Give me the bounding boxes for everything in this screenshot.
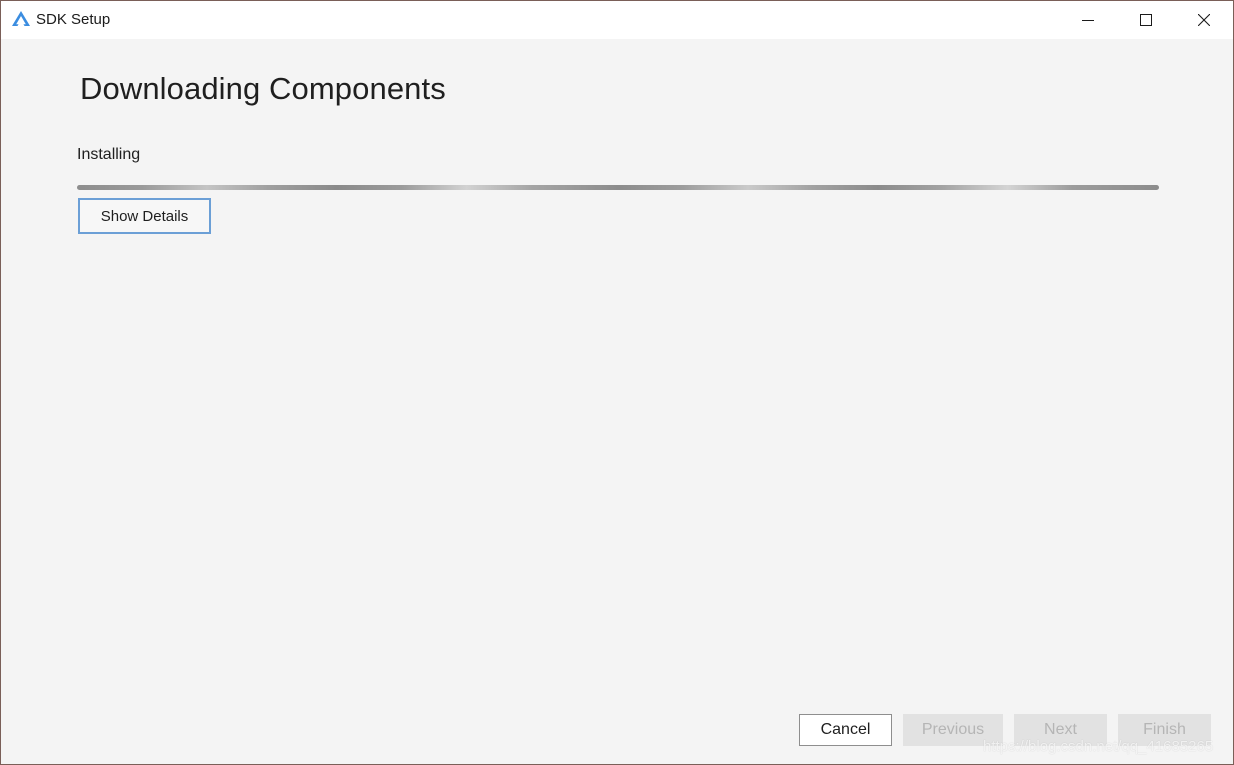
title-bar[interactable]: SDK Setup [1,1,1233,39]
watermark-text: https://blog.csdn.net/qq_41685265 [983,738,1214,755]
install-status-label: Installing [77,146,141,163]
sdk-setup-window: SDK Setup Downloading Components Install… [0,0,1234,765]
minimize-button[interactable] [1059,1,1117,39]
cancel-button[interactable]: Cancel [799,714,892,746]
minimize-icon [1082,14,1094,26]
page-title: Downloading Components [80,71,446,106]
app-logo-icon [10,10,32,28]
install-progress-bar [77,185,1159,190]
maximize-button[interactable] [1117,1,1175,39]
show-details-button[interactable]: Show Details [78,198,211,234]
window-title: SDK Setup [36,11,111,28]
close-button[interactable] [1175,1,1233,39]
close-icon [1198,14,1210,26]
maximize-icon [1140,14,1152,26]
